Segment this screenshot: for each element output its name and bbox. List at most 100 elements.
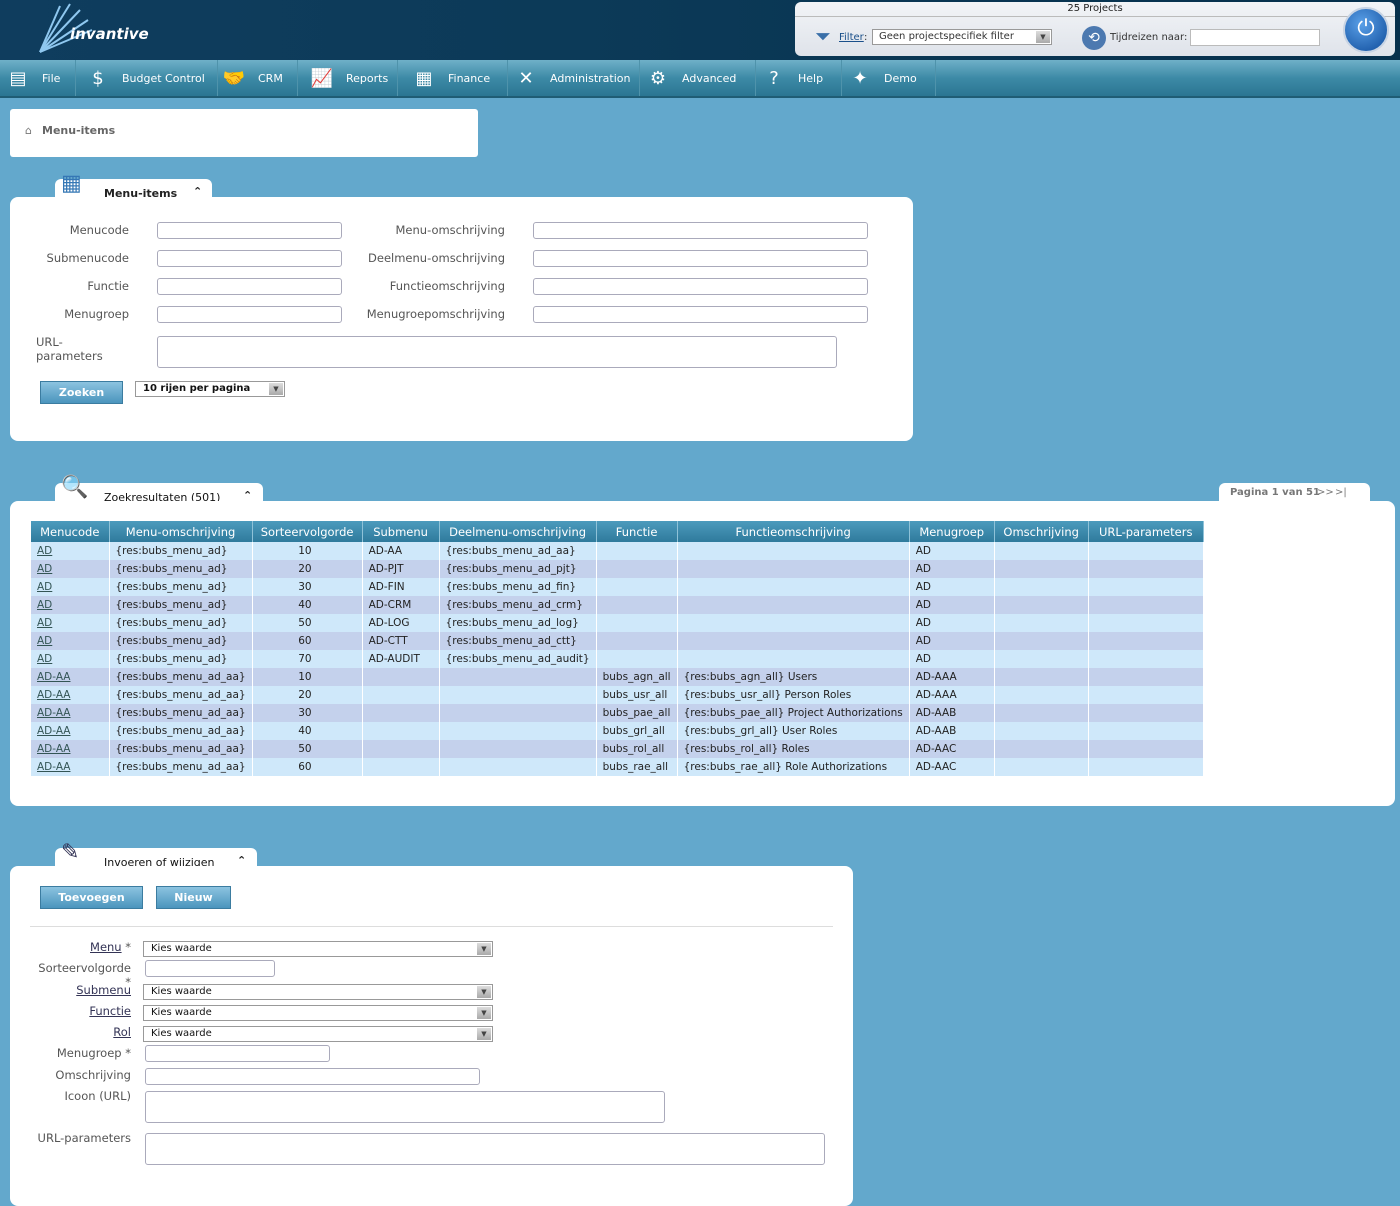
time-travel-input[interactable] <box>1190 29 1320 46</box>
functieomschrijving-label: Functieomschrijving <box>389 279 505 293</box>
nav-crm[interactable]: 🤝 CRM <box>218 60 298 96</box>
table-cell: AD-AAB <box>909 722 995 740</box>
table-cell: {res:bubs_menu_ad_aa} <box>109 740 253 758</box>
menucode-link[interactable]: AD-AA <box>37 671 70 683</box>
menu-omschrijving-input[interactable] <box>533 222 868 239</box>
nav-administration[interactable]: ✕ Administration <box>508 60 640 96</box>
menugroep-input[interactable] <box>157 306 342 323</box>
search-button[interactable]: Zoeken <box>40 381 123 404</box>
table-cell: bubs_rol_all <box>596 740 678 758</box>
menu-select[interactable]: Kies waarde ▼ <box>143 941 493 957</box>
deelmenu-omschrijving-input[interactable] <box>533 250 868 267</box>
table-cell <box>677 596 910 614</box>
icoon-input[interactable] <box>145 1091 665 1123</box>
table-row[interactable]: AD {res:bubs_menu_ad} 40 AD-CRM {res:bubs_me… <box>31 596 1204 614</box>
nav-budget-control[interactable]: $ Budget Control <box>76 60 218 96</box>
table-cell: {res:bubs_menu_ad_crm} <box>439 596 597 614</box>
column-header[interactable]: Menucode <box>31 521 110 542</box>
menucode-link[interactable]: AD <box>37 581 52 593</box>
power-logout-button[interactable]: ⏻ <box>1343 7 1389 53</box>
nav-advanced[interactable]: ⚙ Advanced <box>640 60 756 96</box>
nav-finance[interactable]: ▦ Finance <box>398 60 508 96</box>
menucode-link[interactable]: AD <box>37 545 52 557</box>
menucode-link[interactable]: AD-AA <box>37 689 70 701</box>
menucode-link[interactable]: AD <box>37 635 52 647</box>
table-cell: AD-AA <box>31 758 110 776</box>
url-parameters-input[interactable] <box>157 336 837 368</box>
table-cell <box>596 650 678 668</box>
menucode-link[interactable]: AD <box>37 617 52 629</box>
table-row[interactable]: AD-AA {res:bubs_menu_ad_aa} 50 bubs_rol_all… <box>31 740 1204 758</box>
submenu-select[interactable]: Kies waarde ▼ <box>143 984 493 1000</box>
rol-select[interactable]: Kies waarde ▼ <box>143 1026 493 1042</box>
column-header[interactable]: Omschrijving <box>994 521 1089 542</box>
add-button[interactable]: Toevoegen <box>40 886 143 909</box>
menucode-link[interactable]: AD-AA <box>37 707 70 719</box>
invantive-logo[interactable]: invantive <box>30 2 149 56</box>
table-row[interactable]: AD-AA {res:bubs_menu_ad_aa} 40 bubs_grl_all… <box>31 722 1204 740</box>
table-cell <box>362 686 440 704</box>
rol-label[interactable]: Rol <box>30 1025 131 1039</box>
url-parameters-field-input[interactable] <box>145 1133 825 1165</box>
menucode-input[interactable] <box>157 222 342 239</box>
menucode-link[interactable]: AD <box>37 653 52 665</box>
chevron-down-icon: ▼ <box>269 383 283 395</box>
table-row[interactable]: AD {res:bubs_menu_ad} 20 AD-PJT {res:bubs_me… <box>31 560 1204 578</box>
menu-label[interactable]: Menu * <box>30 940 131 954</box>
column-header[interactable]: Deelmenu-omschrijving <box>439 521 597 542</box>
rows-per-page-select[interactable]: 10 rijen per pagina ▼ <box>135 381 285 397</box>
table-row[interactable]: AD-AA {res:bubs_menu_ad_aa} 20 bubs_usr_all… <box>31 686 1204 704</box>
table-cell: {res:bubs_rol_all} Roles <box>677 740 910 758</box>
table-row[interactable]: AD {res:bubs_menu_ad} 70 AD-AUDIT {res:bubs_… <box>31 650 1204 668</box>
table-row[interactable]: AD {res:bubs_menu_ad} 50 AD-LOG {res:bubs_me… <box>31 614 1204 632</box>
new-button[interactable]: Nieuw <box>156 886 231 909</box>
table-row[interactable]: AD {res:bubs_menu_ad} 60 AD-CTT {res:bubs_me… <box>31 632 1204 650</box>
menucode-link[interactable]: AD-AA <box>37 761 70 773</box>
next-page-link[interactable]: >> <box>1317 487 1334 498</box>
column-header[interactable]: Functieomschrijving <box>677 521 910 542</box>
submenu-label[interactable]: Submenu <box>30 983 131 997</box>
functie-select[interactable]: Kies waarde ▼ <box>143 1005 493 1021</box>
functie-field-label[interactable]: Functie <box>30 1004 131 1018</box>
column-header[interactable]: URL-parameters <box>1088 521 1204 542</box>
column-header[interactable]: Sorteervolgorde <box>252 521 363 542</box>
nav-help[interactable]: ? Help <box>756 60 842 96</box>
column-header[interactable]: Submenu <box>362 521 440 542</box>
time-travel-label: Tijdreizen naar: <box>1110 32 1188 43</box>
nav-reports[interactable]: 📈 Reports <box>298 60 398 96</box>
table-cell <box>596 596 678 614</box>
table-cell: AD <box>909 614 995 632</box>
table-row[interactable]: AD {res:bubs_menu_ad} 30 AD-FIN {res:bubs_me… <box>31 578 1204 596</box>
menugroep-field-input[interactable] <box>145 1045 330 1062</box>
table-row[interactable]: AD {res:bubs_menu_ad} 10 AD-AA {res:bubs_men… <box>31 542 1204 560</box>
filter-select[interactable]: Geen projectspecifiek filter ▼ <box>872 29 1052 45</box>
table-cell <box>1088 758 1204 776</box>
table-cell: bubs_pae_all <box>596 704 678 722</box>
menugroepomschrijving-input[interactable] <box>533 306 868 323</box>
column-header[interactable]: Menu-omschrijving <box>109 521 253 542</box>
menucode-link[interactable]: AD-AA <box>37 743 70 755</box>
table-cell: AD-CTT <box>362 632 440 650</box>
last-page-link[interactable]: >| <box>1335 487 1347 498</box>
menucode-link[interactable]: AD <box>37 599 52 611</box>
submenucode-input[interactable] <box>157 250 342 267</box>
column-header[interactable]: Functie <box>596 521 678 542</box>
omschrijving-input[interactable] <box>145 1068 480 1085</box>
table-cell <box>1088 614 1204 632</box>
table-row[interactable]: AD-AA {res:bubs_menu_ad_aa} 30 bubs_pae_all… <box>31 704 1204 722</box>
menucode-link[interactable]: AD <box>37 563 52 575</box>
table-cell: {res:bubs_pae_all} Project Authorization… <box>677 704 910 722</box>
table-row[interactable]: AD-AA {res:bubs_menu_ad_aa} 60 bubs_rae_all… <box>31 758 1204 776</box>
column-header[interactable]: Menugroep <box>909 521 995 542</box>
sorteervolgorde-input[interactable] <box>145 960 275 977</box>
nav-demo[interactable]: ✦ Demo <box>842 60 936 96</box>
functieomschrijving-input[interactable] <box>533 278 868 295</box>
table-cell: {res:bubs_menu_ad} <box>109 560 253 578</box>
functie-input[interactable] <box>157 278 342 295</box>
table-row[interactable]: AD-AA {res:bubs_menu_ad_aa} 10 bubs_agn_all… <box>31 668 1204 686</box>
nav-file[interactable]: ▤ File <box>0 60 76 96</box>
filter-link[interactable]: Filter <box>839 32 864 43</box>
menucode-link[interactable]: AD-AA <box>37 725 70 737</box>
breadcrumb-item[interactable]: Menu-items <box>42 124 115 137</box>
table-cell: AD <box>909 650 995 668</box>
